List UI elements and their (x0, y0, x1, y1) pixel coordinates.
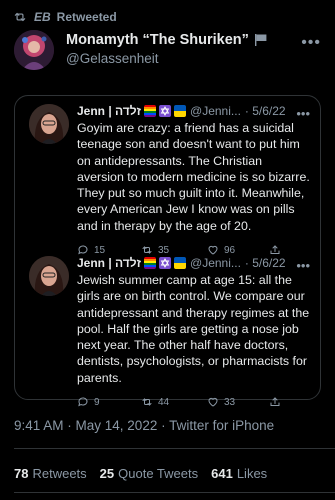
divider (14, 492, 335, 493)
quoted-author-handle[interactable]: @Jenni... (190, 256, 241, 270)
like-button[interactable]: 33 (207, 396, 269, 408)
quoted-avatar[interactable] (29, 104, 69, 144)
share-icon (270, 397, 280, 407)
reply-icon (78, 397, 88, 407)
retweets-stat[interactable]: 78 Retweets (14, 466, 87, 481)
retweeted-label: Retweeted (56, 10, 117, 24)
like-button[interactable]: 96 (207, 244, 269, 256)
quoted-tweet-text: Goyim are crazy: a friend has a suicidal… (77, 121, 310, 233)
quoted-date[interactable]: · 5/6/22 (245, 104, 286, 118)
retweet-icon (142, 246, 152, 254)
quote-tweets-stat[interactable]: 25 Quote Tweets (100, 466, 198, 481)
author-avatar[interactable] (14, 30, 54, 70)
quoted-thread-card[interactable]: Jenn | זלדה @Jenni... · 5/6/22 Goyim are… (14, 95, 321, 408)
retweet-icon (14, 12, 26, 22)
tweet-timestamp[interactable]: 9:41 AM · May 14, 2022 · Twitter for iPh… (14, 418, 274, 433)
reply-count: 15 (94, 244, 106, 256)
heart-icon (208, 397, 218, 407)
retweet-button[interactable]: 44 (141, 396, 207, 408)
reply-button[interactable]: 9 (77, 396, 141, 408)
quoted-avatar[interactable] (29, 256, 69, 296)
divider (14, 448, 335, 449)
reply-count: 9 (94, 396, 100, 408)
retweet-count: 44 (158, 396, 170, 408)
retweet-button[interactable]: 35 (141, 244, 207, 256)
quoted-author-name[interactable]: Jenn | זלדה (77, 256, 141, 270)
quoted-author-name[interactable]: Jenn | זלדה (77, 104, 141, 118)
likes-stat[interactable]: 641 Likes (211, 466, 267, 481)
retweet-context: EB Retweeted (12, 10, 117, 24)
flag-icon (254, 34, 267, 46)
engagement-stats: 78 Retweets 25 Quote Tweets 641 Likes (14, 466, 280, 481)
star-of-david-icon (159, 257, 172, 269)
like-count: 96 (224, 244, 236, 256)
tweet-author: Monamyth “The Shuriken” @Gelassenheit (14, 30, 267, 70)
more-horizontal-icon[interactable]: ••• (296, 106, 310, 121)
ukraine-flag-icon (174, 257, 187, 269)
retweet-count: 35 (158, 244, 170, 256)
author-display-name[interactable]: Monamyth “The Shuriken” (66, 32, 249, 48)
author-handle[interactable]: @Gelassenheit (66, 51, 267, 66)
heart-icon (208, 245, 218, 255)
quoted-tweet-text: Jewish summer camp at age 15: all the gi… (77, 273, 310, 385)
more-horizontal-icon[interactable]: ••• (301, 34, 321, 52)
retweeter-name[interactable]: EB (34, 10, 51, 24)
reply-button[interactable]: 15 (77, 244, 141, 256)
rainbow-flag-icon (144, 257, 157, 269)
reply-icon (78, 245, 88, 255)
quoted-tweet[interactable]: Jenn | זלדה @Jenni... · 5/6/22 Jewish su… (29, 256, 310, 408)
share-button[interactable] (269, 396, 281, 408)
star-of-david-icon (159, 105, 172, 117)
retweet-icon (142, 398, 152, 406)
ukraine-flag-icon (174, 105, 187, 117)
share-icon (270, 245, 280, 255)
quoted-author-handle[interactable]: @Jenni... (190, 104, 241, 118)
rainbow-flag-icon (144, 105, 157, 117)
more-horizontal-icon[interactable]: ••• (296, 258, 310, 273)
share-button[interactable] (269, 244, 281, 256)
like-count: 33 (224, 396, 236, 408)
quoted-tweet[interactable]: Jenn | זלדה @Jenni... · 5/6/22 Goyim are… (29, 104, 310, 256)
quoted-date[interactable]: · 5/6/22 (245, 256, 286, 270)
